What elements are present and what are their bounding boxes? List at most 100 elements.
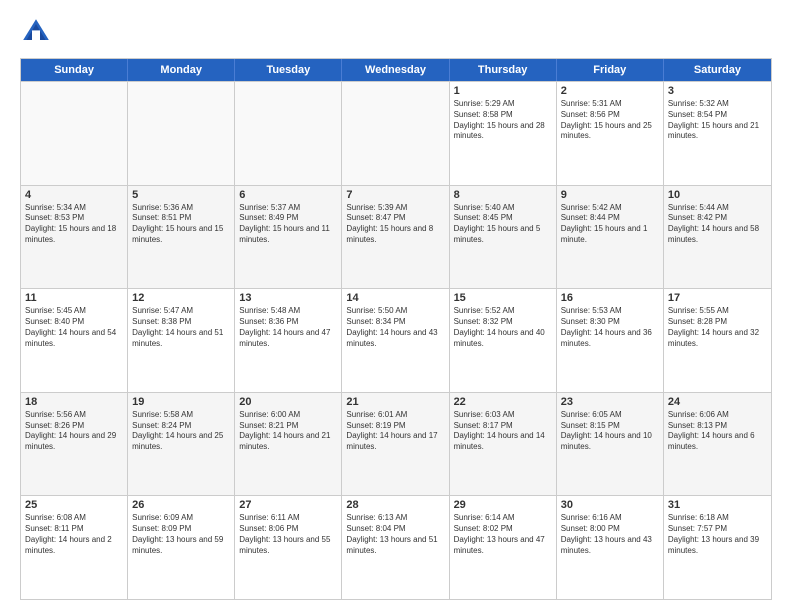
cell-info: Sunrise: 6:01 AM Sunset: 8:19 PM Dayligh…	[346, 410, 444, 453]
cal-cell-day-15: 15 Sunrise: 5:52 AM Sunset: 8:32 PM Dayli…	[450, 289, 557, 392]
cell-info: Sunrise: 6:00 AM Sunset: 8:21 PM Dayligh…	[239, 410, 337, 453]
cell-info: Sunrise: 5:52 AM Sunset: 8:32 PM Dayligh…	[454, 306, 552, 349]
day-number: 30	[561, 499, 659, 511]
day-number: 25	[25, 499, 123, 511]
cell-info: Sunrise: 6:13 AM Sunset: 8:04 PM Dayligh…	[346, 513, 444, 556]
cell-info: Sunrise: 5:56 AM Sunset: 8:26 PM Dayligh…	[25, 410, 123, 453]
cell-info: Sunrise: 6:09 AM Sunset: 8:09 PM Dayligh…	[132, 513, 230, 556]
cal-cell-day-10: 10Sunrise: 5:44 AM Sunset: 8:42 PM Dayli…	[664, 186, 771, 289]
cal-week-0: 1 Sunrise: 5:29 AM Sunset: 8:58 PM Daylig…	[21, 81, 771, 185]
cell-info: Sunrise: 5:42 AM Sunset: 8:44 PM Dayligh…	[561, 203, 659, 246]
day-number: 12	[132, 292, 230, 304]
cal-cell-day-4: 4 Sunrise: 5:34 AM Sunset: 8:53 PM Daylig…	[21, 186, 128, 289]
cell-info: Sunrise: 6:11 AM Sunset: 8:06 PM Dayligh…	[239, 513, 337, 556]
cell-info: Sunrise: 5:34 AM Sunset: 8:53 PM Dayligh…	[25, 203, 123, 246]
cell-info: Sunrise: 6:18 AM Sunset: 7:57 PM Dayligh…	[668, 513, 767, 556]
day-number: 23	[561, 396, 659, 408]
cal-week-2: 11 Sunrise: 5:45 AM Sunset: 8:40 PM Dayli…	[21, 288, 771, 392]
cal-cell-day-14: 14 Sunrise: 5:50 AM Sunset: 8:34 PM Dayli…	[342, 289, 449, 392]
cal-cell-day-29: 29 Sunrise: 6:14 AM Sunset: 8:02 PM Dayli…	[450, 496, 557, 599]
cal-cell-day-24: 24 Sunrise: 6:06 AM Sunset: 8:13 PM Dayli…	[664, 393, 771, 496]
logo	[20, 16, 56, 48]
cal-cell-empty	[235, 82, 342, 185]
day-number: 6	[239, 189, 337, 201]
day-number: 21	[346, 396, 444, 408]
day-number: 7	[346, 189, 444, 201]
day-number: 11	[25, 292, 123, 304]
cal-cell-empty	[128, 82, 235, 185]
cal-cell-empty	[342, 82, 449, 185]
cal-cell-day-16: 16Sunrise: 5:53 AM Sunset: 8:30 PM Dayli…	[557, 289, 664, 392]
cal-cell-day-12: 12 Sunrise: 5:47 AM Sunset: 8:38 PM Dayli…	[128, 289, 235, 392]
calendar-body: 1 Sunrise: 5:29 AM Sunset: 8:58 PM Daylig…	[21, 81, 771, 599]
cell-info: Sunrise: 5:55 AM Sunset: 8:28 PM Dayligh…	[668, 306, 767, 349]
cal-cell-day-9: 9Sunrise: 5:42 AM Sunset: 8:44 PM Daylig…	[557, 186, 664, 289]
cell-info: Sunrise: 5:47 AM Sunset: 8:38 PM Dayligh…	[132, 306, 230, 349]
cell-info: Sunrise: 5:40 AM Sunset: 8:45 PM Dayligh…	[454, 203, 552, 246]
cal-week-4: 25 Sunrise: 6:08 AM Sunset: 8:11 PM Dayli…	[21, 495, 771, 599]
cell-info: Sunrise: 6:05 AM Sunset: 8:15 PM Dayligh…	[561, 410, 659, 453]
day-number: 19	[132, 396, 230, 408]
day-number: 26	[132, 499, 230, 511]
cell-info: Sunrise: 6:08 AM Sunset: 8:11 PM Dayligh…	[25, 513, 123, 556]
cell-info: Sunrise: 5:31 AM Sunset: 8:56 PM Dayligh…	[561, 99, 659, 142]
day-number: 13	[239, 292, 337, 304]
cal-cell-day-28: 28 Sunrise: 6:13 AM Sunset: 8:04 PM Dayli…	[342, 496, 449, 599]
cal-cell-day-11: 11 Sunrise: 5:45 AM Sunset: 8:40 PM Dayli…	[21, 289, 128, 392]
day-number: 27	[239, 499, 337, 511]
cal-cell-day-30: 30 Sunrise: 6:16 AM Sunset: 8:00 PM Dayli…	[557, 496, 664, 599]
day-number: 1	[454, 85, 552, 97]
day-number: 4	[25, 189, 123, 201]
cal-cell-day-27: 27 Sunrise: 6:11 AM Sunset: 8:06 PM Dayli…	[235, 496, 342, 599]
day-number: 20	[239, 396, 337, 408]
cell-info: Sunrise: 6:06 AM Sunset: 8:13 PM Dayligh…	[668, 410, 767, 453]
cell-info: Sunrise: 6:16 AM Sunset: 8:00 PM Dayligh…	[561, 513, 659, 556]
day-number: 31	[668, 499, 767, 511]
calendar-header-row: SundayMondayTuesdayWednesdayThursdayFrid…	[21, 59, 771, 81]
cell-info: Sunrise: 5:36 AM Sunset: 8:51 PM Dayligh…	[132, 203, 230, 246]
cell-info: Sunrise: 5:50 AM Sunset: 8:34 PM Dayligh…	[346, 306, 444, 349]
cal-cell-day-17: 17 Sunrise: 5:55 AM Sunset: 8:28 PM Dayli…	[664, 289, 771, 392]
day-number: 29	[454, 499, 552, 511]
cal-header-tuesday: Tuesday	[235, 59, 342, 81]
cal-cell-day-1: 1 Sunrise: 5:29 AM Sunset: 8:58 PM Daylig…	[450, 82, 557, 185]
page: SundayMondayTuesdayWednesdayThursdayFrid…	[0, 0, 792, 612]
day-number: 14	[346, 292, 444, 304]
cal-cell-day-23: 23 Sunrise: 6:05 AM Sunset: 8:15 PM Dayli…	[557, 393, 664, 496]
cal-cell-day-19: 19Sunrise: 5:58 AM Sunset: 8:24 PM Dayli…	[128, 393, 235, 496]
day-number: 22	[454, 396, 552, 408]
day-number: 15	[454, 292, 552, 304]
cell-info: Sunrise: 5:45 AM Sunset: 8:40 PM Dayligh…	[25, 306, 123, 349]
cell-info: Sunrise: 5:44 AM Sunset: 8:42 PM Dayligh…	[668, 203, 767, 246]
day-number: 2	[561, 85, 659, 97]
day-number: 24	[668, 396, 767, 408]
cal-cell-day-18: 18Sunrise: 5:56 AM Sunset: 8:26 PM Dayli…	[21, 393, 128, 496]
cell-info: Sunrise: 5:32 AM Sunset: 8:54 PM Dayligh…	[668, 99, 767, 142]
cell-info: Sunrise: 6:14 AM Sunset: 8:02 PM Dayligh…	[454, 513, 552, 556]
cal-cell-day-21: 21 Sunrise: 6:01 AM Sunset: 8:19 PM Dayli…	[342, 393, 449, 496]
cal-header-thursday: Thursday	[450, 59, 557, 81]
day-number: 28	[346, 499, 444, 511]
cal-cell-day-22: 22Sunrise: 6:03 AM Sunset: 8:17 PM Dayli…	[450, 393, 557, 496]
cal-cell-day-8: 8 Sunrise: 5:40 AM Sunset: 8:45 PM Daylig…	[450, 186, 557, 289]
cal-cell-day-13: 13 Sunrise: 5:48 AM Sunset: 8:36 PM Dayli…	[235, 289, 342, 392]
logo-icon	[20, 16, 52, 48]
cal-cell-day-26: 26 Sunrise: 6:09 AM Sunset: 8:09 PM Dayli…	[128, 496, 235, 599]
cal-week-1: 4 Sunrise: 5:34 AM Sunset: 8:53 PM Daylig…	[21, 185, 771, 289]
cell-info: Sunrise: 5:53 AM Sunset: 8:30 PM Dayligh…	[561, 306, 659, 349]
cal-header-sunday: Sunday	[21, 59, 128, 81]
cal-cell-day-31: 31 Sunrise: 6:18 AM Sunset: 7:57 PM Dayli…	[664, 496, 771, 599]
cell-info: Sunrise: 5:37 AM Sunset: 8:49 PM Dayligh…	[239, 203, 337, 246]
calendar: SundayMondayTuesdayWednesdayThursdayFrid…	[20, 58, 772, 600]
day-number: 17	[668, 292, 767, 304]
day-number: 8	[454, 189, 552, 201]
day-number: 3	[668, 85, 767, 97]
day-number: 5	[132, 189, 230, 201]
cell-info: Sunrise: 5:29 AM Sunset: 8:58 PM Dayligh…	[454, 99, 552, 142]
cal-header-friday: Friday	[557, 59, 664, 81]
header	[20, 16, 772, 48]
cell-info: Sunrise: 5:48 AM Sunset: 8:36 PM Dayligh…	[239, 306, 337, 349]
cal-header-wednesday: Wednesday	[342, 59, 449, 81]
cal-cell-day-20: 20 Sunrise: 6:00 AM Sunset: 8:21 PM Dayli…	[235, 393, 342, 496]
cal-cell-day-7: 7Sunrise: 5:39 AM Sunset: 8:47 PM Daylig…	[342, 186, 449, 289]
